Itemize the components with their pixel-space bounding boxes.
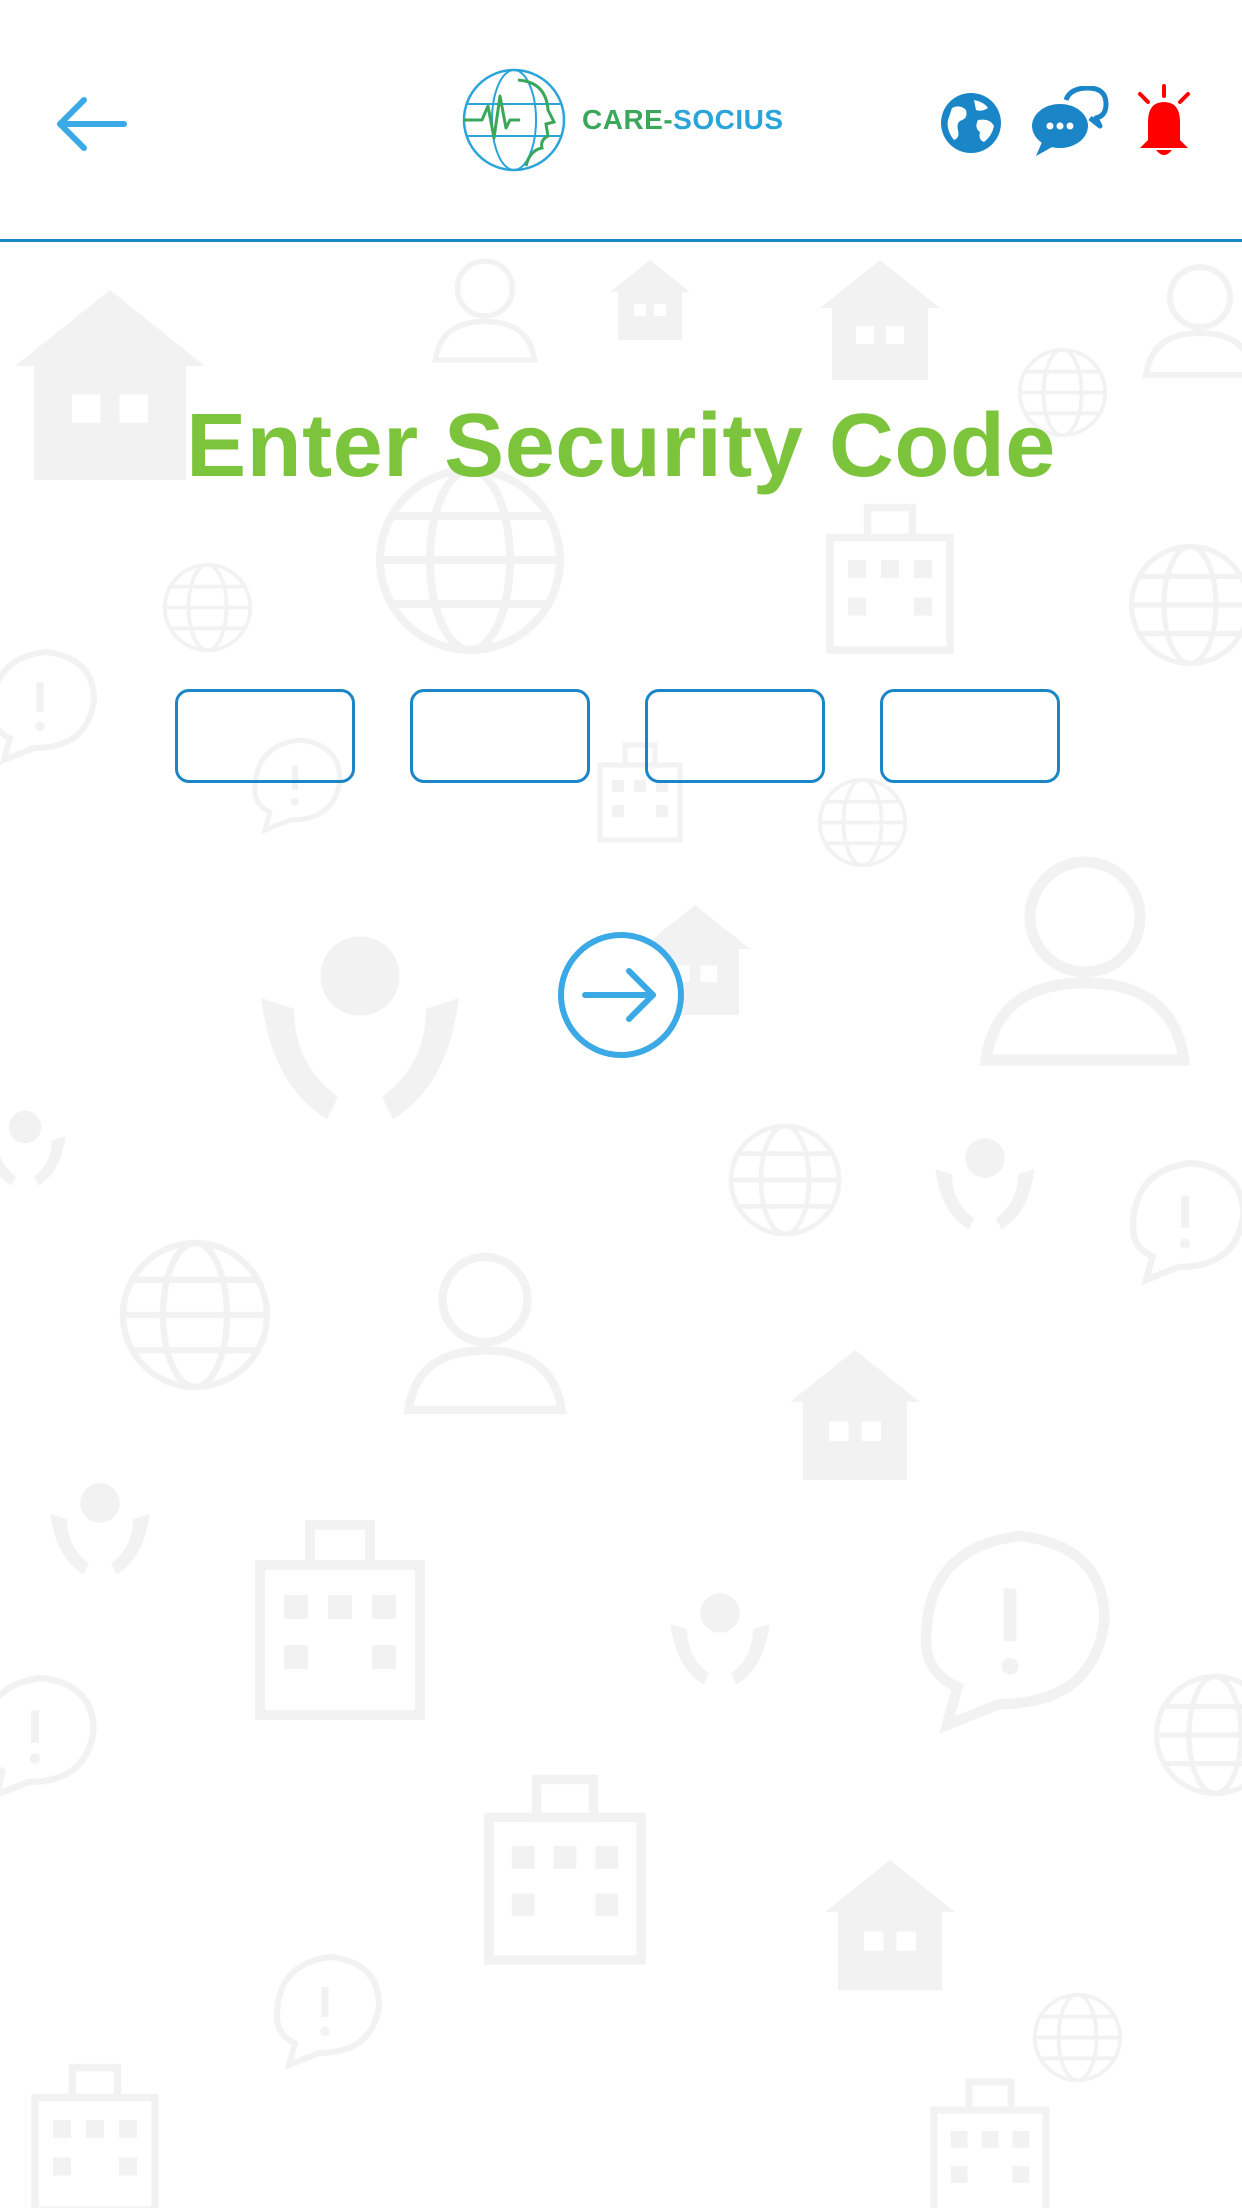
logo-text-care: CARE- xyxy=(582,104,674,135)
app-header: CARE-SOCIUS xyxy=(0,0,1242,242)
logo-text: CARE-SOCIUS xyxy=(582,104,784,136)
logo-text-socius: SOCIUS xyxy=(673,104,784,135)
security-code-digit-2[interactable] xyxy=(410,689,590,783)
security-code-digit-3[interactable] xyxy=(645,689,825,783)
submit-code-button[interactable] xyxy=(557,931,685,1059)
back-button[interactable] xyxy=(52,90,138,160)
language-button[interactable] xyxy=(938,90,1004,156)
arrow-left-icon xyxy=(57,97,127,151)
globe-icon xyxy=(941,93,1001,153)
security-code-digit-4[interactable] xyxy=(880,689,1060,783)
chat-button[interactable] xyxy=(1030,85,1110,158)
main-content: Enter Security Code xyxy=(0,245,1242,2208)
security-code-digit-1[interactable] xyxy=(175,689,355,783)
app-logo: CARE-SOCIUS xyxy=(460,66,784,174)
chat-bubbles-icon xyxy=(1032,85,1109,156)
alarm-bell-icon xyxy=(1138,84,1190,155)
alarm-button[interactable] xyxy=(1134,84,1194,160)
logo-globe-face-icon xyxy=(462,68,566,172)
page-title: Enter Security Code xyxy=(186,396,1056,496)
arrow-right-circle-icon xyxy=(558,932,684,1058)
